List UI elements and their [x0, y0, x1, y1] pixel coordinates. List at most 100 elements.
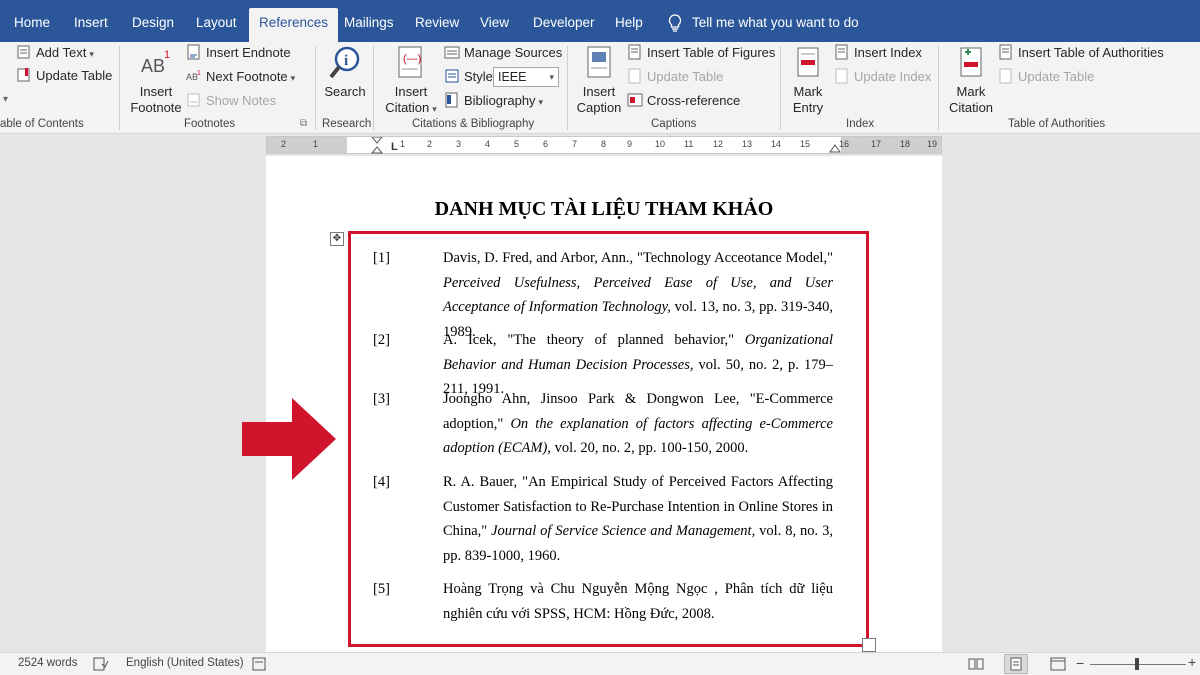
- chevron-down-icon: ▾: [549, 72, 554, 82]
- ruler-tick: 1: [400, 139, 406, 149]
- reference-number: [5]: [373, 581, 390, 597]
- search-icon: i: [329, 46, 360, 79]
- status-bar: 2524 words English (United States) − +: [0, 652, 1200, 675]
- ruler-tick: 6: [543, 139, 549, 149]
- language-indicator[interactable]: English (United States): [126, 657, 244, 669]
- style-dropdown[interactable]: IEEE ▾: [493, 67, 559, 87]
- ruler-tick: 19: [927, 139, 938, 149]
- ribbon-separator: [780, 46, 781, 130]
- group-label-captions: Captions: [651, 118, 697, 130]
- table-move-handle-icon[interactable]: ✥: [330, 232, 344, 246]
- tab-review[interactable]: Review: [411, 8, 463, 42]
- tab-mailings[interactable]: Mailings: [340, 8, 398, 42]
- accessibility-icon[interactable]: [252, 657, 266, 671]
- next-footnote-icon: AB1: [186, 70, 201, 82]
- update-table-icon: [999, 68, 1012, 84]
- insert-table-of-authorities-button[interactable]: Insert Table of Authorities: [998, 42, 1164, 64]
- tab-stop-icon[interactable]: L: [391, 141, 398, 153]
- ribbon-separator: [373, 46, 374, 130]
- group-label-authorities: Table of Authorities: [1008, 118, 1106, 130]
- document-page[interactable]: DANH MỤC TÀI LIỆU THAM KHẢO ✥ [1] Davis,…: [266, 156, 942, 652]
- mark-citation-button[interactable]: Mark Citation: [946, 44, 996, 116]
- ruler-tick: 17: [871, 139, 882, 149]
- bibliography-button[interactable]: Bibliography ▾: [444, 90, 543, 112]
- ribbon-tab-bar: Home Insert Design Layout References Mai…: [0, 0, 1200, 42]
- ribbon-separator: [315, 46, 316, 130]
- toc-chevron-icon[interactable]: ▾: [3, 94, 8, 105]
- footnotes-dialog-launcher-icon[interactable]: ⧉: [300, 118, 307, 129]
- svg-text:1: 1: [197, 70, 201, 77]
- insert-caption-button[interactable]: Insert Caption: [574, 44, 624, 116]
- references-table-highlight: [1] Davis, D. Fred, and Arbor, Ann., "Te…: [348, 231, 869, 647]
- indent-marker-icon[interactable]: [371, 137, 383, 155]
- style-selector: Style:: [444, 66, 497, 88]
- manage-sources-icon: [444, 46, 460, 59]
- add-text-button[interactable]: Add Text ▾: [16, 42, 94, 64]
- tab-insert[interactable]: Insert: [70, 8, 112, 42]
- update-table-toc-button[interactable]: Update Table: [16, 65, 112, 87]
- group-label-citations: Citations & Bibliography: [412, 118, 535, 130]
- update-index-button[interactable]: Update Index: [834, 66, 931, 88]
- update-table-figures-button[interactable]: Update Table: [627, 66, 723, 88]
- group-label-index: Index: [846, 118, 875, 130]
- tab-design[interactable]: Design: [128, 8, 178, 42]
- ribbon-separator: [938, 46, 939, 130]
- mark-citation-icon: [960, 47, 982, 77]
- zoom-in-button[interactable]: +: [1188, 654, 1196, 670]
- update-table-icon: [628, 68, 641, 84]
- read-mode-icon[interactable]: [968, 657, 984, 671]
- right-indent-marker-icon[interactable]: [829, 141, 841, 153]
- web-layout-icon[interactable]: [1050, 657, 1066, 671]
- endnote-icon: [187, 44, 200, 60]
- ruler-tick: 8: [601, 139, 607, 149]
- ribbon-separator: [119, 46, 120, 130]
- ribbon-separator: [567, 46, 568, 130]
- zoom-out-button[interactable]: −: [1076, 655, 1084, 671]
- proofing-icon[interactable]: [93, 657, 109, 671]
- tab-layout[interactable]: Layout: [192, 8, 241, 42]
- ruler-tick: 13: [742, 139, 753, 149]
- ruler-tick: 11: [684, 139, 694, 149]
- tab-home[interactable]: Home: [10, 8, 54, 42]
- tab-references[interactable]: References: [249, 8, 339, 42]
- next-footnote-button[interactable]: AB 1 Next Footnote ▾: [186, 66, 295, 88]
- ruler-tick: 5: [514, 139, 520, 149]
- style-icon: [445, 69, 459, 83]
- page-title: DANH MỤC TÀI LIỆU THAM KHẢO: [434, 198, 774, 220]
- tell-me-text: Tell me what you want to do: [692, 15, 859, 30]
- search-button[interactable]: i Search: [324, 44, 366, 100]
- insert-index-button[interactable]: Insert Index: [834, 42, 922, 64]
- table-resize-handle[interactable]: [862, 638, 876, 652]
- word-count[interactable]: 2524 words: [18, 657, 77, 669]
- reference-text: R. A. Bauer, "An Empirical Study of Perc…: [443, 474, 833, 564]
- ruler-tick: 12: [713, 139, 724, 149]
- update-table-authorities-button[interactable]: Update Table: [998, 66, 1094, 88]
- cross-reference-button[interactable]: Cross-reference: [627, 90, 740, 112]
- reference-text: Joongho Ahn, Jinsoo Park & Dongwon Lee, …: [443, 391, 833, 456]
- print-layout-button[interactable]: [1004, 654, 1028, 674]
- ruler-tick: 3: [456, 139, 462, 149]
- lightbulb-icon: [668, 14, 682, 33]
- citation-icon: (—): [398, 46, 422, 78]
- tab-developer[interactable]: Developer: [529, 8, 599, 42]
- mark-entry-button[interactable]: Mark Entry: [786, 44, 830, 116]
- insert-table-of-figures-button[interactable]: Insert Table of Figures: [627, 42, 775, 64]
- ruler-tick: 1: [313, 139, 319, 149]
- insert-citation-button[interactable]: (—) Insert Citation ▾: [382, 44, 440, 117]
- insert-endnote-button[interactable]: Insert Endnote: [186, 42, 291, 64]
- ruler-margin-right: [841, 137, 941, 153]
- tab-view[interactable]: View: [476, 8, 513, 42]
- horizontal-ruler[interactable]: 2 1 1 2 3 4 5 6 7 8 9 10 11 12 13 14 15 …: [266, 136, 942, 154]
- update-index-icon: [835, 68, 848, 84]
- insert-footnote-button[interactable]: AB 1 Insert Footnote: [128, 44, 184, 116]
- tell-me-box[interactable]: Tell me what you want to do: [668, 8, 859, 38]
- tab-help[interactable]: Help: [611, 8, 647, 42]
- cross-reference-icon: [627, 93, 643, 107]
- ruler-tick: 7: [572, 139, 578, 149]
- table-of-figures-icon: [628, 44, 641, 60]
- show-notes-button[interactable]: Show Notes: [186, 90, 276, 112]
- table-of-authorities-icon: [999, 44, 1012, 60]
- manage-sources-button[interactable]: Manage Sources: [444, 42, 562, 64]
- reference-number: [4]: [373, 474, 390, 490]
- zoom-slider-thumb[interactable]: [1135, 658, 1139, 670]
